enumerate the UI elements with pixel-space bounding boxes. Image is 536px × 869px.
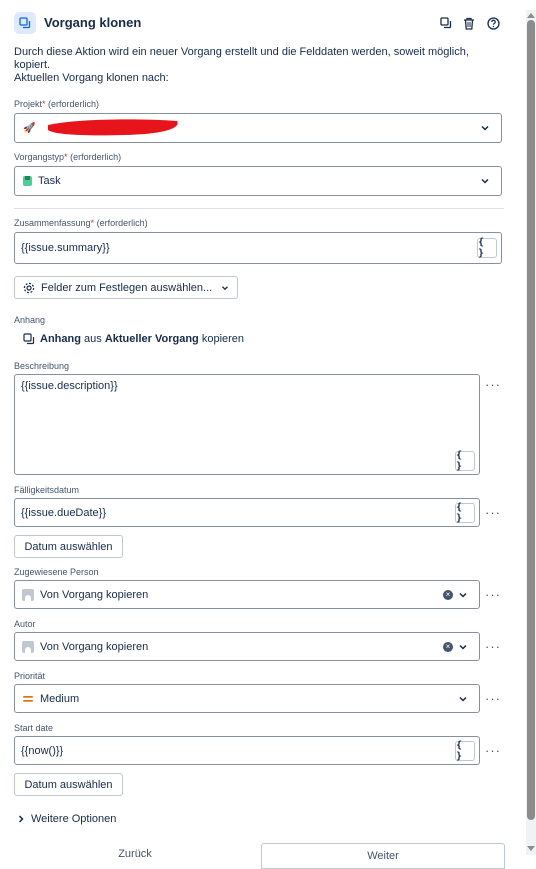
autor-value: Von Vorgang kopieren — [40, 640, 149, 653]
chevron-down-icon — [222, 285, 229, 290]
copy-icon — [23, 333, 35, 345]
more-options-icon[interactable]: ··· — [484, 743, 502, 758]
task-icon — [23, 176, 32, 186]
more-options-icon[interactable]: ··· — [484, 639, 502, 654]
anhang-text-end: kopieren — [201, 333, 245, 345]
priority-medium-icon — [23, 695, 33, 702]
more-options-icon[interactable]: ··· — [484, 691, 502, 706]
project-icon: 🚀 — [23, 122, 36, 134]
smart-value-button[interactable]: { } — [455, 502, 475, 524]
clone-action-icon — [14, 12, 36, 34]
vorgangstyp-label: Vorgangstyp* (erforderlich) — [14, 152, 122, 162]
gear-icon — [23, 282, 35, 293]
more-options-icon[interactable]: ··· — [484, 377, 502, 392]
chevron-down-icon — [481, 125, 489, 131]
chevron-down-icon — [459, 696, 467, 702]
more-options-icon[interactable]: ··· — [484, 587, 502, 602]
more-options-toggle[interactable]: Weitere Optionen — [16, 813, 116, 825]
zusammenfassung-value: {{issue.summary}} — [21, 242, 110, 254]
select-fields-label: Felder zum Festlegen auswählen... — [41, 281, 213, 294]
zusammenfassung-input[interactable]: {{issue.summary}} { } — [14, 232, 502, 264]
prioritaet-label: Priorität — [14, 671, 46, 681]
start-date-value: {{now()}} — [21, 744, 64, 757]
projekt-select[interactable]: 🚀 — [14, 113, 502, 143]
next-button[interactable]: Weiter — [261, 843, 505, 869]
prioritaet-value: Medium — [40, 692, 80, 705]
beschreibung-label: Beschreibung — [14, 361, 70, 371]
clone-target-text: Aktuellen Vorgang klonen nach: — [14, 72, 169, 84]
scroll-down-arrow[interactable] — [527, 846, 535, 851]
avatar-icon — [22, 588, 34, 601]
vorgangstyp-value: Task — [38, 175, 61, 187]
faelligkeitsdatum-label: Fälligkeitsdatum — [14, 485, 80, 495]
prioritaet-select[interactable]: Medium — [14, 684, 480, 713]
duplicate-icon[interactable] — [438, 15, 454, 31]
avatar-icon — [22, 640, 34, 653]
start-date-input[interactable]: {{now()}} { } — [14, 736, 480, 765]
zugewiesene-person-label: Zugewiesene Person — [14, 567, 99, 577]
anhang-source-bold: Aktueller Vorgang — [104, 333, 199, 345]
faelligkeitsdatum-date-button[interactable]: Datum auswählen — [14, 535, 123, 558]
divider — [14, 208, 504, 209]
anhang-text-bold: Anhang — [40, 333, 81, 345]
select-fields-button[interactable]: Felder zum Festlegen auswählen... — [14, 276, 238, 299]
faelligkeitsdatum-value: {{issue.dueDate}} — [21, 506, 107, 519]
page-title: Vorgang klonen — [44, 15, 142, 30]
projekt-label: Projekt* (erforderlich) — [14, 99, 100, 109]
smart-value-button[interactable]: { } — [455, 450, 475, 472]
start-date-label: Start date — [14, 723, 54, 733]
back-button[interactable]: Zurück — [10, 843, 260, 865]
start-date-date-button[interactable]: Datum auswählen — [14, 773, 123, 796]
chevron-right-icon — [18, 815, 24, 823]
more-options-icon[interactable]: ··· — [484, 505, 502, 520]
redaction-mark — [48, 119, 178, 136]
beschreibung-textarea[interactable]: {{issue.description}} { } — [14, 374, 480, 475]
chevron-down-icon — [459, 592, 467, 598]
zusammenfassung-label: Zusammenfassung* (erforderlich) — [14, 218, 148, 228]
chevron-down-icon — [459, 644, 467, 650]
scroll-up-arrow[interactable] — [527, 13, 535, 18]
smart-value-button[interactable]: { } — [477, 237, 497, 259]
smart-value-button[interactable]: { } — [455, 740, 475, 762]
trash-icon[interactable] — [461, 15, 477, 31]
beschreibung-value: {{issue.description}} — [21, 380, 118, 392]
clear-icon[interactable]: × — [443, 589, 453, 600]
description-text: Durch diese Aktion wird ein neuer Vorgan… — [14, 46, 469, 71]
vorgangstyp-select[interactable]: Task — [14, 166, 502, 196]
chevron-down-icon — [481, 178, 489, 184]
faelligkeitsdatum-input[interactable]: {{issue.dueDate}} { } — [14, 498, 480, 527]
scrollbar-thumb[interactable] — [527, 20, 535, 820]
clear-icon[interactable]: × — [443, 641, 453, 652]
autor-label: Autor — [14, 619, 36, 629]
anhang-copy-option[interactable]: Anhang aus Aktueller Vorgang kopieren — [23, 333, 244, 345]
help-icon[interactable] — [485, 15, 501, 31]
anhang-text-mid: aus — [84, 333, 102, 345]
zugewiesene-person-value: Von Vorgang kopieren — [40, 588, 149, 601]
autor-select[interactable]: Von Vorgang kopieren × — [14, 632, 480, 661]
action-description: Durch diese Aktion wird ein neuer Vorgan… — [14, 46, 504, 85]
zugewiesene-person-select[interactable]: Von Vorgang kopieren × — [14, 580, 480, 609]
anhang-label: Anhang — [14, 315, 46, 325]
more-options-label: Weitere Optionen — [31, 813, 117, 825]
